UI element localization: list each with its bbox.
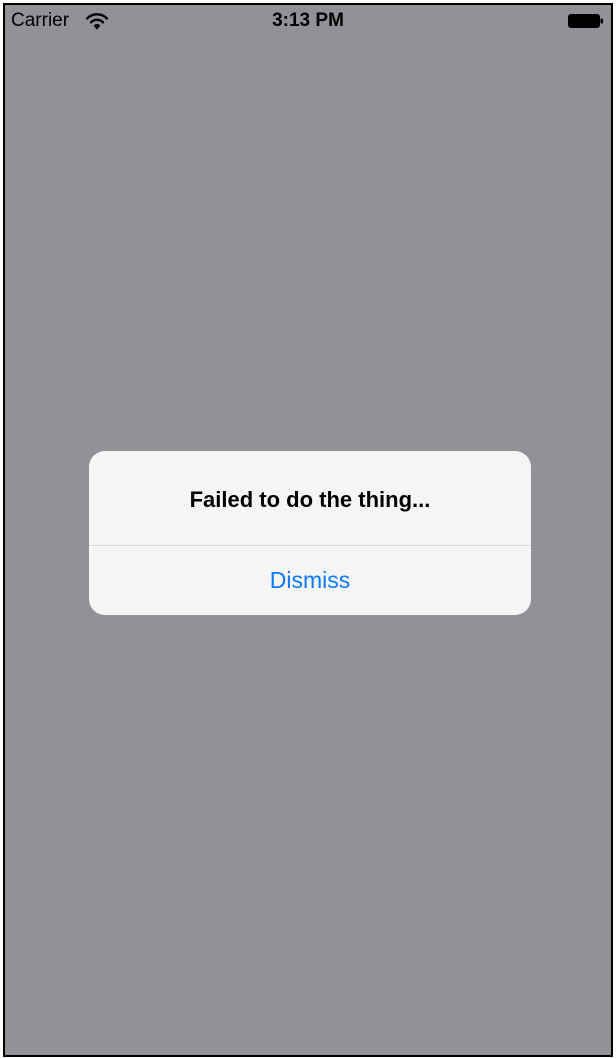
device-screen: Carrier 3:13 PM Failed to do the thing..…	[3, 3, 613, 1057]
alert-title: Failed to do the thing...	[189, 487, 431, 512]
dismiss-button[interactable]: Dismiss	[89, 546, 531, 615]
status-time: 3:13 PM	[272, 10, 344, 31]
alert-dialog: Failed to do the thing... Dismiss	[89, 451, 531, 615]
status-bar: Carrier 3:13 PM	[5, 5, 611, 37]
battery-icon	[568, 14, 604, 28]
